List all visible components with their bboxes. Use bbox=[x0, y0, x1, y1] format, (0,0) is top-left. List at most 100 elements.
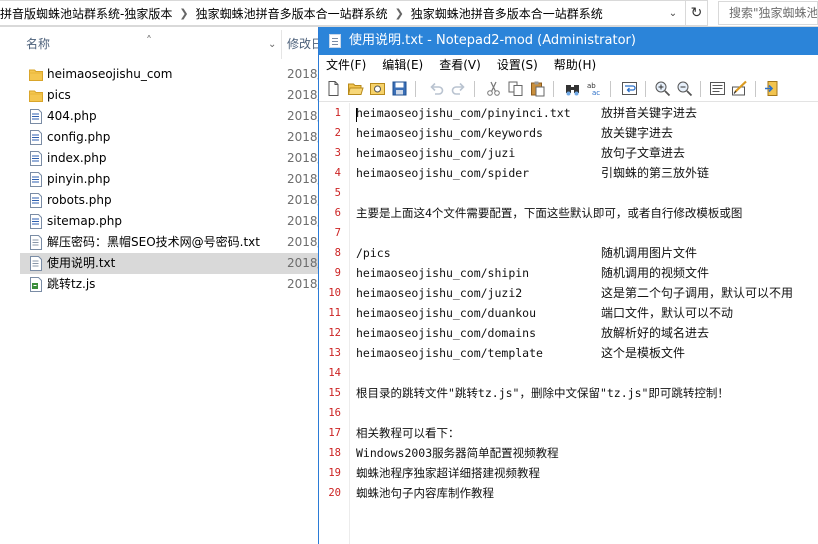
column-header: 名称 ˄ ⌄ 修改日 bbox=[10, 30, 323, 59]
text-line-comment: 随机调用的视频文件 bbox=[601, 266, 710, 280]
chevron-down-icon[interactable]: ⌄ bbox=[268, 30, 276, 59]
zoom-out-icon[interactable] bbox=[676, 80, 693, 97]
menu-settings[interactable]: 设置(S) bbox=[489, 55, 546, 76]
file-date: 2018/ bbox=[287, 130, 322, 144]
line-number-gutter: 1 2 3 4 5 6 7 8 9 10 11 12 13 14 15 16 17 18 19 20 bbox=[319, 103, 345, 544]
text-line-comment: 放关键字进去 bbox=[601, 126, 674, 140]
menu-help[interactable]: 帮助(H) bbox=[546, 55, 604, 76]
toolbar-separator bbox=[755, 81, 756, 97]
notepad-app-icon bbox=[329, 34, 341, 48]
refresh-icon: ↻ bbox=[690, 5, 703, 21]
file-name: 跳转tz.js bbox=[47, 277, 96, 291]
breadcrumb-item[interactable]: 独家蜘蛛池拼音多版本合一站群系统 bbox=[407, 5, 607, 22]
file-row[interactable]: pinyin.php 2018/ bbox=[20, 169, 322, 190]
text-line: heimaoseojishu_com/shipin bbox=[356, 266, 530, 280]
folder-icon bbox=[29, 69, 43, 81]
file-name: index.php bbox=[47, 151, 107, 165]
file-list: heimaoseojishu_com 2018/pics 2018/404.php 2… bbox=[20, 64, 322, 295]
file-date: 2018/ bbox=[287, 256, 322, 270]
php-file-icon bbox=[30, 109, 42, 124]
file-date: 2018/ bbox=[287, 151, 322, 165]
text-line: /pics bbox=[356, 246, 391, 260]
file-name: 解压密码：黑帽SEO技术网@号密码.txt bbox=[47, 235, 260, 249]
file-row[interactable]: pics 2018/ bbox=[20, 85, 322, 106]
column-name-label: 名称 bbox=[26, 37, 51, 51]
title-bar[interactable]: 使用说明.txt - Notepad2-mod (Administrator) bbox=[319, 27, 818, 55]
customize-icon[interactable] bbox=[731, 80, 748, 97]
breadcrumb[interactable]: 拼音版蜘蛛池站群系统-独家版本 ❯ 独家蜘蛛池拼音多版本合一站群系统 ❯ 独家蜘… bbox=[0, 0, 686, 26]
line-number: 8 bbox=[334, 247, 341, 259]
text-line-comment: 放句子文章进去 bbox=[601, 146, 686, 160]
file-row[interactable]: 跳转tz.js 2018/ bbox=[20, 274, 322, 295]
window-title: 使用说明.txt - Notepad2-mod (Administrator) bbox=[349, 33, 636, 48]
chevron-right-icon[interactable]: ❯ bbox=[176, 7, 191, 20]
undo-icon[interactable] bbox=[428, 80, 445, 97]
line-number: 7 bbox=[334, 227, 341, 239]
browse-icon[interactable] bbox=[369, 80, 386, 97]
menu-edit[interactable]: 编辑(E) bbox=[374, 55, 431, 76]
paste-icon[interactable] bbox=[529, 80, 546, 97]
line-number: 20 bbox=[328, 487, 341, 499]
file-name: heimaoseojishu_com bbox=[47, 67, 173, 81]
find-icon[interactable] bbox=[564, 80, 581, 97]
file-name: sitemap.php bbox=[47, 214, 122, 228]
php-file-icon bbox=[30, 151, 42, 166]
line-number: 17 bbox=[328, 427, 341, 439]
file-name: pinyin.php bbox=[47, 172, 111, 186]
file-row[interactable]: robots.php 2018/ bbox=[20, 190, 322, 211]
text-line: 主要是上面这4个文件需要配置，下面这些默认即可，或者自行修改模板或图 bbox=[356, 206, 743, 220]
line-number: 3 bbox=[334, 147, 341, 159]
line-number: 5 bbox=[334, 187, 341, 199]
address-bar: 拼音版蜘蛛池站群系统-独家版本 ❯ 独家蜘蛛池拼音多版本合一站群系统 ❯ 独家蜘… bbox=[0, 0, 818, 27]
text-line: heimaoseojishu_com/duankou bbox=[356, 306, 537, 320]
line-number: 10 bbox=[328, 287, 341, 299]
text-editor[interactable]: 1 2 3 4 5 6 7 8 9 10 11 12 13 14 15 16 17 18 19 20 heimaose… bbox=[319, 103, 818, 544]
file-row[interactable]: heimaoseojishu_com 2018/ bbox=[20, 64, 322, 85]
open-folder-icon[interactable] bbox=[347, 80, 364, 97]
file-row[interactable]: 解压密码：黑帽SEO技术网@号密码.txt 2018/ bbox=[20, 232, 322, 253]
file-row[interactable]: index.php 2018/ bbox=[20, 148, 322, 169]
js-file-icon bbox=[30, 277, 42, 292]
file-row[interactable]: 使用说明.txt 2018/ bbox=[20, 253, 322, 274]
toolbar-separator bbox=[645, 81, 646, 97]
save-icon[interactable] bbox=[391, 80, 408, 97]
file-date: 2018/ bbox=[287, 214, 322, 228]
file-row[interactable]: config.php 2018/ bbox=[20, 127, 322, 148]
line-number: 2 bbox=[334, 127, 341, 139]
text-line: heimaoseojishu_com/juzi2 bbox=[356, 286, 523, 300]
line-number: 19 bbox=[328, 467, 341, 479]
text-line: 蜘蛛池句子内容库制作教程 bbox=[356, 486, 494, 500]
address-dropdown-icon[interactable]: ⌄ bbox=[664, 5, 682, 23]
text-line-comment: 随机调用图片文件 bbox=[601, 246, 698, 260]
file-name: config.php bbox=[47, 130, 111, 144]
file-row[interactable]: sitemap.php 2018/ bbox=[20, 211, 322, 232]
php-file-icon bbox=[30, 193, 42, 208]
line-number: 1 bbox=[334, 107, 341, 119]
breadcrumb-item[interactable]: 拼音版蜘蛛池站群系统-独家版本 bbox=[0, 5, 176, 22]
line-number: 6 bbox=[334, 207, 341, 219]
replace-icon[interactable]: abac bbox=[586, 80, 603, 97]
exit-icon[interactable] bbox=[764, 80, 781, 97]
text-line: heimaoseojishu_com/pinyinci.txt bbox=[356, 106, 571, 120]
notepad-window: 使用说明.txt - Notepad2-mod (Administrator) … bbox=[318, 27, 818, 544]
file-name: 404.php bbox=[47, 109, 97, 123]
php-file-icon bbox=[30, 214, 42, 229]
navigation-pane bbox=[0, 27, 10, 544]
zoom-in-icon[interactable] bbox=[654, 80, 671, 97]
chevron-right-icon[interactable]: ❯ bbox=[392, 7, 407, 20]
scheme-icon[interactable] bbox=[709, 80, 726, 97]
menu-file[interactable]: 文件(F) bbox=[319, 55, 374, 76]
breadcrumb-item[interactable]: 独家蜘蛛池拼音多版本合一站群系统 bbox=[192, 5, 392, 22]
copy-icon[interactable] bbox=[507, 80, 524, 97]
column-name-header[interactable]: 名称 ˄ ⌄ bbox=[10, 30, 282, 59]
refresh-button[interactable]: ↻ bbox=[686, 0, 708, 26]
search-input[interactable]: 搜索"独家蜘蛛池拼 bbox=[718, 1, 818, 25]
file-row[interactable]: 404.php 2018/ bbox=[20, 106, 322, 127]
file-name: pics bbox=[47, 88, 71, 102]
new-file-icon[interactable] bbox=[325, 80, 342, 97]
redo-icon[interactable] bbox=[450, 80, 467, 97]
menu-view[interactable]: 查看(V) bbox=[431, 55, 489, 76]
word-wrap-icon[interactable] bbox=[621, 80, 638, 97]
cut-icon[interactable] bbox=[485, 80, 502, 97]
file-date: 2018/ bbox=[287, 235, 322, 249]
